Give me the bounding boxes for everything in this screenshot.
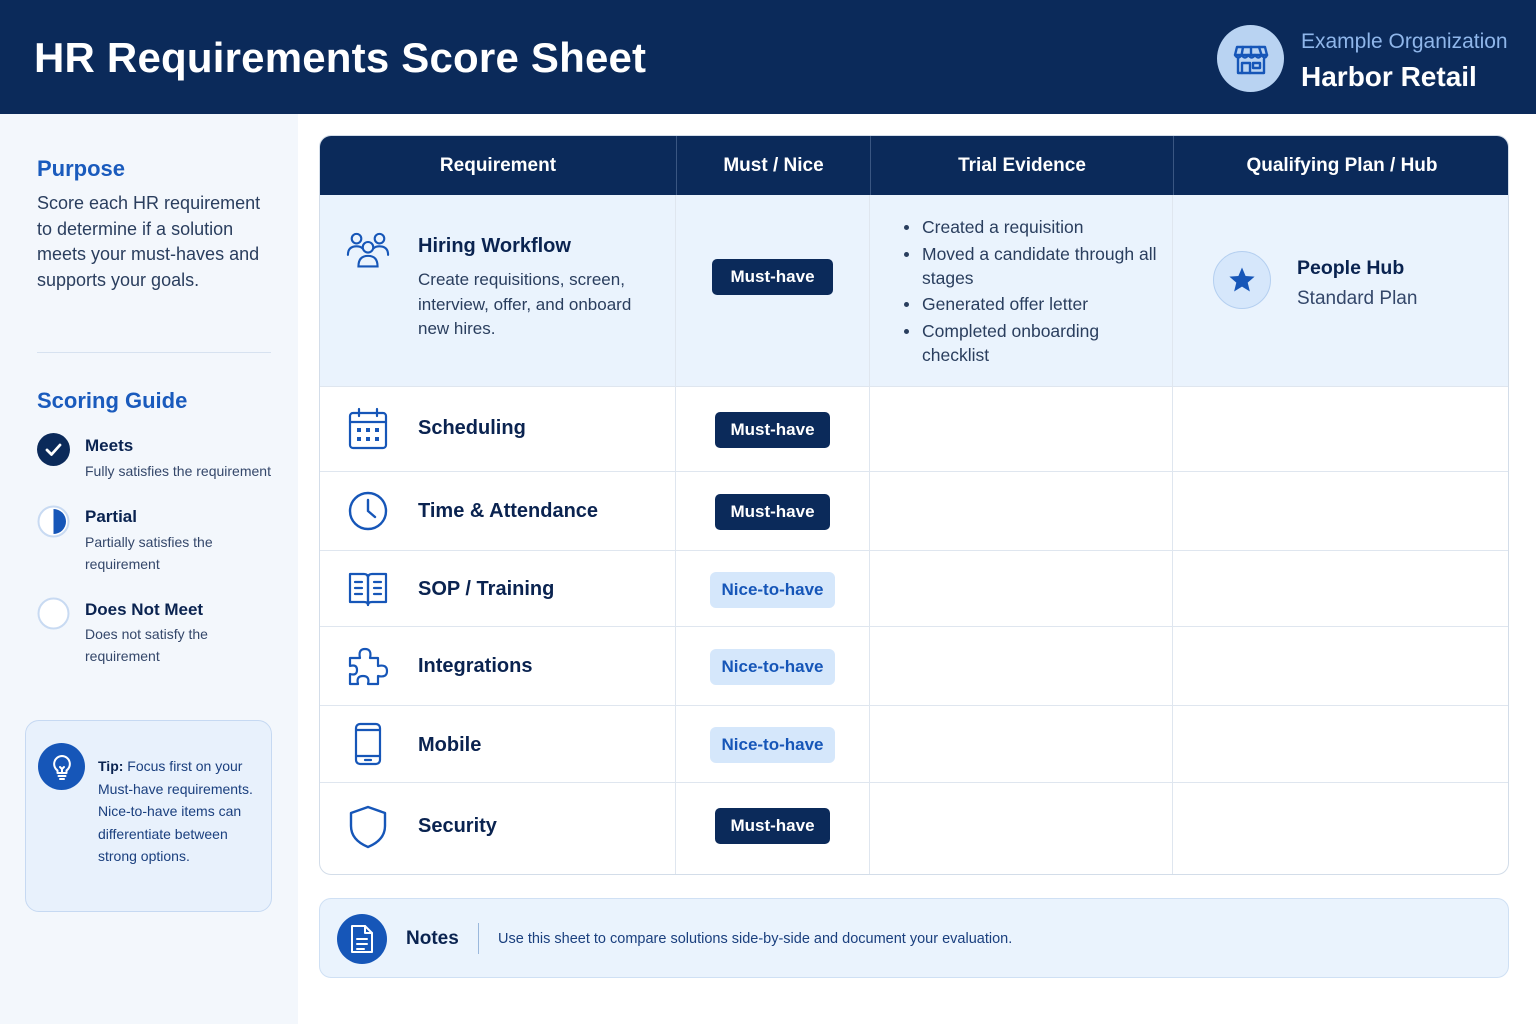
priority-badge: Must-have	[715, 494, 830, 530]
purpose-text: Score each HR requirement to determine i…	[37, 193, 261, 290]
table-row[interactable]: Scheduling Must-have	[320, 386, 1508, 471]
shield-icon	[346, 805, 390, 849]
check-circle-icon	[37, 433, 70, 466]
book-icon	[346, 567, 390, 611]
column-header-qualifying-plan: Qualifying Plan / Hub	[1173, 136, 1508, 195]
priority-badge: Must-have	[715, 412, 830, 448]
document-icon	[337, 914, 387, 964]
evidence-item: Created a requisition	[902, 215, 1162, 239]
page-title: HR Requirements Score Sheet	[34, 34, 647, 81]
requirements-table: Requirement Must / Nice Trial Evidence Q…	[319, 135, 1509, 875]
column-divider	[675, 195, 676, 874]
column-header-requirement: Requirement	[439, 154, 557, 176]
star-icon	[1213, 251, 1271, 309]
guide-label-meets: Meets	[85, 436, 134, 455]
clock-icon	[346, 489, 390, 533]
table-row[interactable]: Mobile Nice-to-have	[320, 705, 1508, 782]
lightbulb-icon	[38, 743, 85, 790]
empty-circle-icon	[37, 597, 70, 630]
guide-desc-does-not-meet: Does not satisfy the requirement	[85, 626, 208, 664]
column-divider	[1172, 195, 1173, 874]
people-icon	[346, 231, 390, 275]
notes-text: Use this sheet to compare solutions side…	[498, 931, 1013, 947]
tip-label: Tip:	[98, 758, 124, 774]
table-row[interactable]: SOP / Training Nice-to-have	[320, 550, 1508, 626]
tip-text: Tip: Focus first on your Must-have requi…	[98, 755, 266, 868]
table-row[interactable]: Integrations Nice-to-have	[320, 626, 1508, 705]
column-header-trial-evidence: Trial Evidence	[870, 136, 1173, 195]
sidebar: Purpose Score each HR requirement to det…	[0, 114, 298, 1024]
storefront-icon	[1217, 25, 1284, 92]
guide-label-does-not-meet: Does Not Meet	[85, 600, 204, 619]
requirement-name: Time & Attendance	[418, 500, 599, 522]
tip-box: Tip: Focus first on your Must-have requi…	[25, 720, 272, 912]
plan-name: People Hub	[1297, 257, 1405, 279]
notes-label: Notes	[406, 928, 459, 949]
priority-badge: Nice-to-have	[710, 649, 835, 685]
plan-tier: Standard Plan	[1297, 288, 1418, 309]
scoring-guide-heading: Scoring Guide	[37, 388, 188, 413]
page-header: HR Requirements Score Sheet Example Orga…	[0, 0, 1536, 114]
column-header-must-nice: Must / Nice	[676, 136, 870, 195]
sidebar-divider	[37, 352, 271, 353]
table-row[interactable]: Hiring Workflow Create requisitions, scr…	[320, 195, 1508, 386]
table-row[interactable]: Time & Attendance Must-have	[320, 471, 1508, 550]
guide-desc-meets: Fully satisfies the requirement	[85, 463, 271, 479]
puzzle-icon	[346, 644, 390, 688]
requirement-name: SOP / Training	[418, 578, 555, 600]
priority-badge: Nice-to-have	[710, 572, 835, 608]
requirement-name: Integrations	[418, 655, 533, 677]
notes-bar: Notes Use this sheet to compare solution…	[319, 898, 1509, 978]
requirement-description: Create requisitions, screen, interview, …	[418, 270, 632, 338]
requirement-name: Mobile	[418, 734, 482, 756]
priority-badge: Must-have	[715, 808, 830, 844]
column-divider	[869, 195, 870, 874]
notes-divider	[478, 923, 479, 954]
guide-label-partial: Partial	[85, 507, 137, 526]
mobile-icon	[346, 722, 390, 766]
guide-desc-partial: Partially satisfies the requirement	[85, 534, 213, 572]
evidence-item: Completed onboarding checklist	[902, 319, 1162, 367]
evidence-item: Generated offer letter	[902, 292, 1162, 316]
table-row[interactable]: Security Must-have	[320, 782, 1508, 874]
table-header: Requirement Must / Nice Trial Evidence Q…	[320, 136, 1508, 195]
half-circle-icon	[37, 505, 70, 538]
requirement-name: Scheduling	[418, 417, 526, 439]
purpose-heading: Purpose	[37, 156, 126, 181]
evidence-item: Moved a candidate through all stages	[902, 242, 1162, 290]
org-label: Example Organization	[1301, 30, 1508, 53]
trial-evidence-list: Created a requisition Moved a candidate …	[902, 215, 1162, 369]
priority-badge: Must-have	[712, 259, 833, 295]
requirement-name: Security	[418, 815, 497, 837]
org-name: Harbor Retail	[1301, 61, 1477, 92]
requirement-name: Hiring Workflow	[418, 235, 571, 257]
calendar-icon	[346, 407, 390, 451]
priority-badge: Nice-to-have	[710, 727, 835, 763]
